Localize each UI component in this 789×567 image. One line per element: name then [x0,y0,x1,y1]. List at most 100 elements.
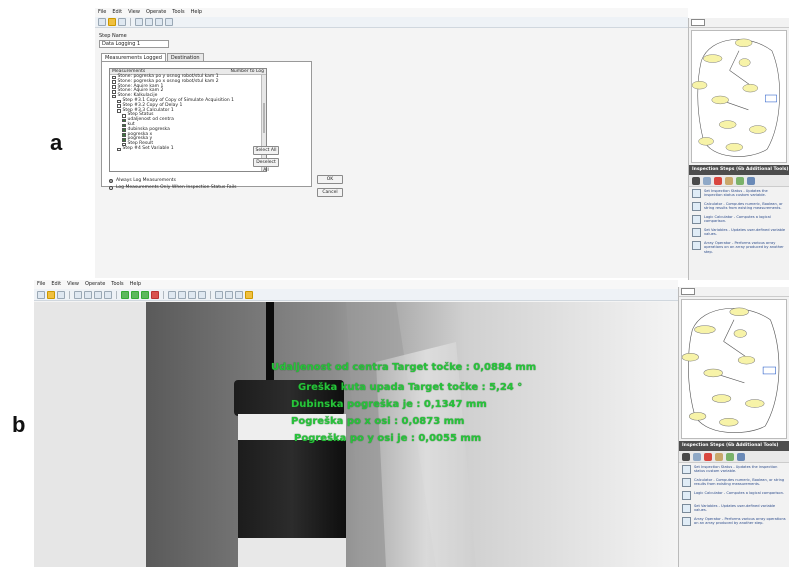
step-set-variables[interactable]: Set Variables - Updates user-defined var… [679,502,789,515]
identify-icon[interactable] [704,452,712,461]
row-checkbox[interactable] [122,138,126,142]
check-icon[interactable] [726,452,734,461]
row-checkbox[interactable] [122,133,126,137]
ok-button[interactable]: OK [317,175,343,184]
menu-view[interactable]: View [128,8,140,17]
list-item[interactable]: Step #4 Set Variable 1 [110,146,266,152]
save-icon[interactable] [118,18,126,26]
zoom-in-icon[interactable] [135,18,143,26]
menu-bar: File Edit View Operate Tools Help [95,8,688,17]
row-checkbox[interactable] [112,90,116,94]
menu-help[interactable]: Help [130,280,141,289]
list-scrollbar[interactable] [261,75,266,171]
inspection-steps-header[interactable]: Inspection Steps (6b Additional Tools) [679,441,789,451]
zoom-in-icon[interactable] [74,290,82,299]
radio-log-on-fail[interactable]: Log Measurements Only When Inspection St… [109,185,236,190]
export-icon[interactable] [245,290,253,299]
help-icon[interactable] [168,290,176,299]
menu-bar-b: File Edit View Operate Tools Help [34,280,678,289]
inspection-steps-header[interactable]: Inspection Steps (6b Additional Tools) [689,165,789,175]
open-icon[interactable] [37,290,45,299]
step-calculator[interactable]: Calculator - Computes numeric, Boolean, … [689,200,789,213]
row-checkbox[interactable] [112,75,116,80]
step-calculator[interactable]: Calculator - Computes numeric, Boolean, … [679,476,789,489]
color-icon[interactable] [703,176,711,185]
pause-icon[interactable] [178,290,186,299]
state-diagram[interactable] [681,299,787,439]
radio-unselected-icon[interactable] [109,185,113,190]
menu-edit[interactable]: Edit [51,280,61,289]
zoom-fit-icon[interactable] [155,18,163,26]
menu-file[interactable]: File [98,8,106,17]
camera-image[interactable]: Udaljenost od centra Target točke : 0,08… [146,302,678,567]
row-checkbox[interactable] [122,123,126,128]
open-icon[interactable] [98,18,106,26]
settings-icon[interactable] [198,290,206,299]
layout-1-icon[interactable] [215,290,223,299]
row-checkbox[interactable] [122,118,126,123]
menu-edit[interactable]: Edit [112,8,122,17]
row-checkbox[interactable] [117,147,121,152]
layout-3-icon[interactable] [235,290,243,299]
image-icon[interactable] [682,452,690,461]
acquire-icon[interactable] [188,290,196,299]
zoom-actual-icon[interactable] [165,18,173,26]
calculator-icon [692,202,701,211]
save-icon[interactable] [57,290,65,299]
row-checkbox[interactable] [117,99,121,104]
scrollbar-thumb[interactable] [263,103,265,133]
menu-tools[interactable]: Tools [172,8,184,17]
overview-toggle-icon[interactable] [681,288,695,295]
cancel-button[interactable]: Cancel [317,188,343,197]
select-all-button[interactable]: Select All [253,146,279,155]
deselect-all-button[interactable]: Deselect All [253,158,279,173]
tools-icon[interactable] [737,452,745,461]
row-checkbox[interactable] [112,85,116,89]
radio-always-log[interactable]: Always Log Measurements [109,178,176,183]
step-set-inspection-status[interactable]: Set Inspection Status - Updates the insp… [679,463,789,476]
folder-icon[interactable] [47,290,55,299]
menu-view[interactable]: View [67,280,79,289]
inspection-sidebar-b: Inspection Steps (6b Additional Tools) S… [678,287,789,567]
stop-icon[interactable] [151,290,159,299]
tools-icon[interactable] [747,176,755,185]
row-checkbox[interactable] [117,109,121,113]
layout-2-icon[interactable] [225,290,233,299]
panel-label-b: b [12,412,26,437]
step-array-operator[interactable]: Array Operator - Performs various array … [689,239,789,256]
identify-icon[interactable] [714,176,722,185]
step-array-operator[interactable]: Array Operator - Performs various array … [679,515,789,528]
menu-help[interactable]: Help [191,8,202,17]
zoom-out-icon[interactable] [84,290,92,299]
color-icon[interactable] [693,452,701,461]
step-set-inspection-status[interactable]: Set Inspection Status - Updates the insp… [689,187,789,200]
zoom-fit-icon[interactable] [94,290,102,299]
row-checkbox[interactable] [122,128,126,132]
row-checkbox[interactable] [122,114,126,118]
step-set-variables[interactable]: Set Variables - Updates user-defined var… [689,226,789,239]
menu-operate[interactable]: Operate [146,8,166,17]
radio-selected-icon[interactable] [109,178,113,183]
check-icon[interactable] [736,176,744,185]
zoom-out-icon[interactable] [145,18,153,26]
step-name-input[interactable]: Data Logging 1 [99,40,169,48]
row-checkbox[interactable] [117,104,121,108]
menu-tools[interactable]: Tools [111,280,123,289]
run-icon[interactable] [131,290,139,299]
zoom-actual-icon[interactable] [104,290,112,299]
step-back-icon[interactable] [121,290,129,299]
row-checkbox[interactable] [112,80,116,84]
measure-icon[interactable] [725,176,733,185]
step-logic-calculator[interactable]: Logic Calculator - Computes a logical co… [679,489,789,502]
step-forward-icon[interactable] [141,290,149,299]
measure-icon[interactable] [715,452,723,461]
image-icon[interactable] [692,176,700,185]
overview-toggle-icon[interactable] [691,19,705,26]
menu-file[interactable]: File [37,280,45,289]
row-checkbox[interactable] [112,94,116,99]
folder-icon[interactable] [108,18,116,26]
state-diagram[interactable] [691,30,787,163]
step-logic-calculator[interactable]: Logic Calculator - Computes a logical co… [689,213,789,226]
radio-log-on-fail-label: Log Measurements Only When Inspection St… [116,185,237,190]
menu-operate[interactable]: Operate [85,280,105,289]
